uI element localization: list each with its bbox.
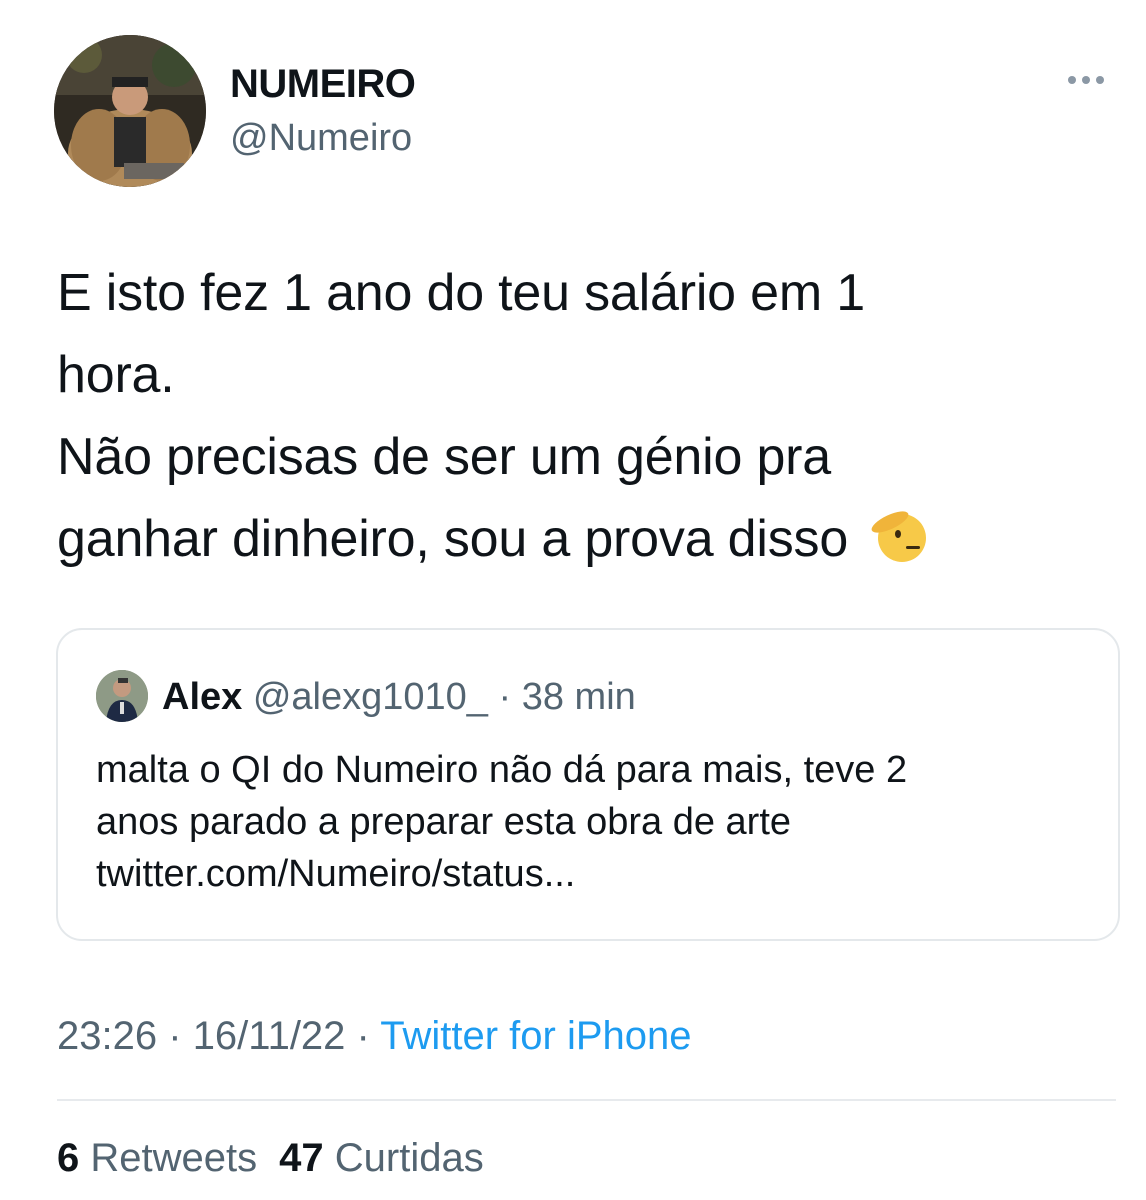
- likes-count: 47: [279, 1136, 324, 1180]
- quote-avatar-photo: [96, 670, 148, 722]
- meta-separator: ·: [356, 1014, 370, 1058]
- tweet-stats: 6 Retweets 47 Curtidas: [57, 1132, 484, 1184]
- tweet-text-line: E isto fez 1 ano do teu salário em 1: [57, 264, 865, 322]
- author-handle[interactable]: @Numeiro: [230, 114, 412, 162]
- quote-text-line: anos parado a preparar esta obra de arte: [96, 801, 792, 843]
- tweet-time: 23:26: [57, 1014, 158, 1058]
- tweet-text-line: hora.: [57, 346, 175, 404]
- quote-author-avatar[interactable]: [96, 670, 148, 722]
- quote-author-name[interactable]: Alex: [162, 676, 242, 718]
- retweets-count: 6: [57, 1136, 80, 1180]
- saluting-face-icon: [871, 511, 927, 562]
- divider: [57, 1099, 1116, 1101]
- quote-author-handle[interactable]: @alexg1010_: [253, 676, 488, 718]
- tweet-text-line-last: ganhar dinheiro, sou a prova disso: [57, 498, 1097, 580]
- dot: [1068, 76, 1076, 84]
- dot: [1096, 76, 1104, 84]
- tweet-card: NUMEIRO @Numeiro E isto fez 1 ano do teu…: [0, 0, 1146, 1200]
- author-display-name[interactable]: NUMEIRO: [230, 60, 416, 108]
- quote-timestamp: 38 min: [521, 676, 636, 718]
- tweet-metadata: 23:26 · 16/11/22 · Twitter for iPhone: [57, 1010, 692, 1062]
- quote-separator: ·: [498, 676, 512, 718]
- quote-text: malta o QI do Numeiro não dá para mais, …: [96, 744, 1096, 900]
- tweet-text-line: Não precisas de ser um génio pra: [57, 428, 832, 486]
- author-avatar[interactable]: [54, 35, 206, 187]
- likes-stat[interactable]: 47 Curtidas: [279, 1136, 484, 1180]
- meta-separator: ·: [168, 1014, 182, 1058]
- tweet-source-link[interactable]: Twitter for iPhone: [380, 1014, 691, 1058]
- tweet-text: E isto fez 1 ano do teu salário em 1 hor…: [57, 252, 1097, 580]
- tweet-text-line: ganhar dinheiro, sou a prova disso: [57, 510, 849, 568]
- tweet-date: 16/11/22: [192, 1014, 346, 1058]
- quote-text-line: malta o QI do Numeiro não dá para mais, …: [96, 749, 908, 791]
- likes-label: Curtidas: [334, 1136, 484, 1180]
- quote-header: Alex @alexg1010_ · 38 min: [162, 674, 636, 720]
- quoted-tweet[interactable]: Alex @alexg1010_ · 38 min malta o QI do …: [56, 628, 1120, 941]
- more-options-icon[interactable]: [1056, 60, 1116, 100]
- dot: [1082, 76, 1090, 84]
- retweets-stat[interactable]: 6 Retweets: [57, 1136, 257, 1180]
- retweets-label: Retweets: [90, 1136, 258, 1180]
- quote-link[interactable]: twitter.com/Numeiro/status...: [96, 848, 1096, 900]
- avatar-photo: [54, 35, 206, 187]
